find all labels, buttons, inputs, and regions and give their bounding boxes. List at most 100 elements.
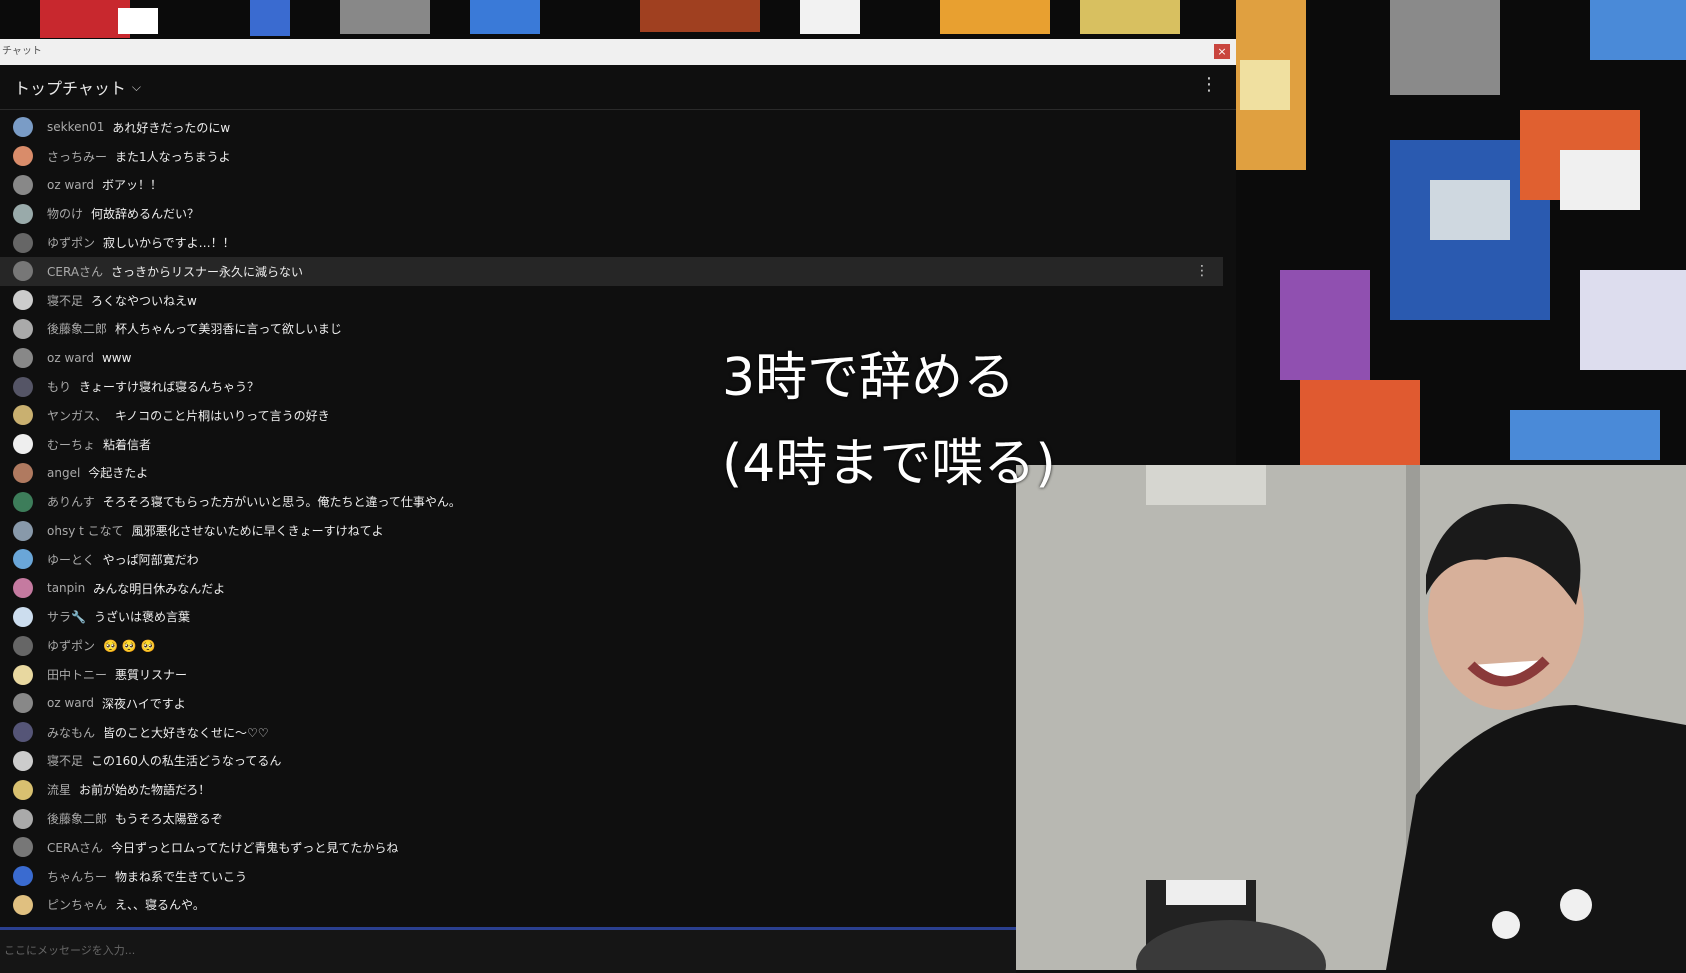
avatar[interactable] xyxy=(13,491,33,512)
message-author[interactable]: ありんす xyxy=(47,493,95,510)
message-author[interactable]: angel xyxy=(47,466,80,480)
message-author[interactable]: ちゃんちー xyxy=(47,868,107,885)
message-text: www xyxy=(101,350,132,365)
message-text: さっきからリスナー永久に減らない xyxy=(111,264,304,279)
message-text: やっぱ阿部寛だわ xyxy=(102,552,199,567)
avatar[interactable] xyxy=(13,693,33,714)
message-text: この160人の私生活どうなってるん xyxy=(91,754,282,769)
message-text: 風邪悪化させないために早くきょーすけねてよ xyxy=(131,524,384,539)
message-author[interactable]: oz ward xyxy=(47,351,94,365)
avatar[interactable] xyxy=(13,808,33,829)
avatar[interactable] xyxy=(13,750,33,771)
chat-message[interactable]: 寝不足 ろくなやついねえw xyxy=(0,286,1236,315)
message-text: 今日ずっとロムってたけど青鬼もずっと見てたからね xyxy=(111,840,399,855)
message-text: 皆のこと大好きなくせに〜♡♡ xyxy=(103,725,269,740)
message-author[interactable]: ohsy t こなて xyxy=(47,522,124,539)
message-author[interactable]: ゆずポン xyxy=(47,637,95,654)
avatar[interactable] xyxy=(13,347,33,368)
message-text: 今起きたよ xyxy=(88,466,149,481)
message-author[interactable]: さっちみー xyxy=(47,148,107,165)
message-text: キノコのこと片桐はいりって言うの好き xyxy=(115,408,330,423)
chat-message[interactable]: さっちみー また1人なっちまうよ xyxy=(0,142,1236,171)
message-text: 寂しいからですよ…！！ xyxy=(103,236,235,251)
avatar[interactable] xyxy=(13,261,33,282)
chat-mode-dropdown[interactable]: トップチャット xyxy=(14,75,126,99)
message-author[interactable]: 田中トニー xyxy=(47,666,107,683)
message-author[interactable]: ゆずポン xyxy=(47,234,95,251)
message-text: え、、寝るんや。 xyxy=(115,898,205,913)
message-text: うざいは褒め言葉 xyxy=(93,610,190,625)
avatar[interactable] xyxy=(13,549,33,570)
message-author[interactable]: みなもん xyxy=(47,724,95,741)
avatar[interactable] xyxy=(13,866,33,887)
message-author[interactable]: oz ward xyxy=(47,178,94,192)
close-button[interactable]: × xyxy=(1214,44,1230,59)
message-author[interactable]: むーちょ xyxy=(47,436,95,453)
avatar[interactable] xyxy=(13,203,33,224)
message-author[interactable]: もり xyxy=(47,378,71,395)
message-menu-icon[interactable]: ⋮ xyxy=(1195,263,1209,279)
avatar[interactable] xyxy=(13,894,33,915)
chat-message[interactable]: CERAさん さっきからリスナー永久に減らない ⋮ xyxy=(0,256,1223,286)
chat-input-placeholder: ここにメッセージを入力... xyxy=(4,944,136,957)
chat-header: トップチャット ⌵ ⋮ xyxy=(0,65,1236,110)
message-author[interactable]: 物のけ xyxy=(47,205,83,222)
message-author[interactable]: ピンちゃん xyxy=(47,896,107,913)
message-author[interactable]: 流星 xyxy=(47,781,71,798)
avatar[interactable] xyxy=(13,837,33,858)
avatar[interactable] xyxy=(13,635,33,656)
message-text: 杯人ちゃんって美羽香に言って欲しいまじ xyxy=(115,322,342,337)
message-author[interactable]: サラ🔧 xyxy=(47,608,86,625)
avatar[interactable] xyxy=(13,290,33,311)
avatar[interactable] xyxy=(13,117,33,138)
message-author[interactable]: sekken01 xyxy=(47,120,104,134)
avatar[interactable] xyxy=(13,434,33,455)
chat-message[interactable]: oz ward ボアッ！！ xyxy=(0,171,1236,200)
message-author[interactable]: oz ward xyxy=(47,696,94,710)
webcam-image xyxy=(1016,465,1686,970)
message-author[interactable]: ヤンガス、 xyxy=(47,407,107,424)
message-text: お前が始めた物語だろ！ xyxy=(79,783,211,798)
avatar[interactable] xyxy=(13,405,33,426)
message-text: 🥺 🥺 🥺 xyxy=(103,638,156,653)
chat-message[interactable]: sekken01 あれ好きだったのにw xyxy=(0,113,1236,142)
chat-message[interactable]: ゆずポン 寂しいからですよ…！！ xyxy=(0,228,1236,257)
message-text: みんな明日休みなんだよ xyxy=(93,581,226,596)
avatar[interactable] xyxy=(13,606,33,627)
more-options-icon[interactable]: ⋮ xyxy=(1200,75,1218,95)
window-titlebar: チャット × xyxy=(0,39,1236,65)
avatar[interactable] xyxy=(13,376,33,397)
avatar[interactable] xyxy=(13,232,33,253)
message-text: 何故辞めるんだい？ xyxy=(91,207,200,222)
message-text: もうそろ太陽登るぞ xyxy=(115,812,223,827)
message-text: きょーすけ寝れば寝るんちゃう？ xyxy=(79,380,260,395)
message-text: 悪質リスナー xyxy=(115,668,188,683)
message-author[interactable]: ゆーとく xyxy=(47,551,95,568)
message-text: ろくなやついねえw xyxy=(91,293,197,308)
message-text: そろそろ寝てもらった方がいいと思う。俺たちと違って仕事やん。 xyxy=(102,495,461,510)
avatar[interactable] xyxy=(13,578,33,599)
chat-message[interactable]: 物のけ 何故辞めるんだい？ xyxy=(0,199,1236,228)
message-author[interactable]: CERAさん xyxy=(47,263,103,280)
avatar[interactable] xyxy=(13,520,33,541)
chat-input[interactable]: ここにメッセージを入力... xyxy=(0,927,1016,973)
message-author[interactable]: tanpin xyxy=(47,581,85,595)
avatar[interactable] xyxy=(13,779,33,800)
message-text: あれ好きだったのにw xyxy=(112,120,231,135)
message-author[interactable]: 後藤象二郎 xyxy=(47,320,107,337)
webcam-feed xyxy=(1016,465,1686,970)
chevron-down-icon[interactable]: ⌵ xyxy=(132,80,141,95)
message-author[interactable]: 寝不足 xyxy=(47,752,83,769)
message-author[interactable]: 寝不足 xyxy=(47,292,83,309)
message-text: また1人なっちまうよ xyxy=(115,149,231,164)
avatar[interactable] xyxy=(13,722,33,743)
avatar[interactable] xyxy=(13,664,33,685)
overlay-line-2: (4時まで喋る) xyxy=(722,434,1056,494)
avatar[interactable] xyxy=(13,318,33,339)
avatar[interactable] xyxy=(13,174,33,195)
avatar[interactable] xyxy=(13,146,33,167)
avatar[interactable] xyxy=(13,462,33,483)
message-text: 物まね系で生きていこう xyxy=(115,869,248,884)
message-author[interactable]: CERAさん xyxy=(47,839,103,856)
message-author[interactable]: 後藤象二郎 xyxy=(47,810,107,827)
